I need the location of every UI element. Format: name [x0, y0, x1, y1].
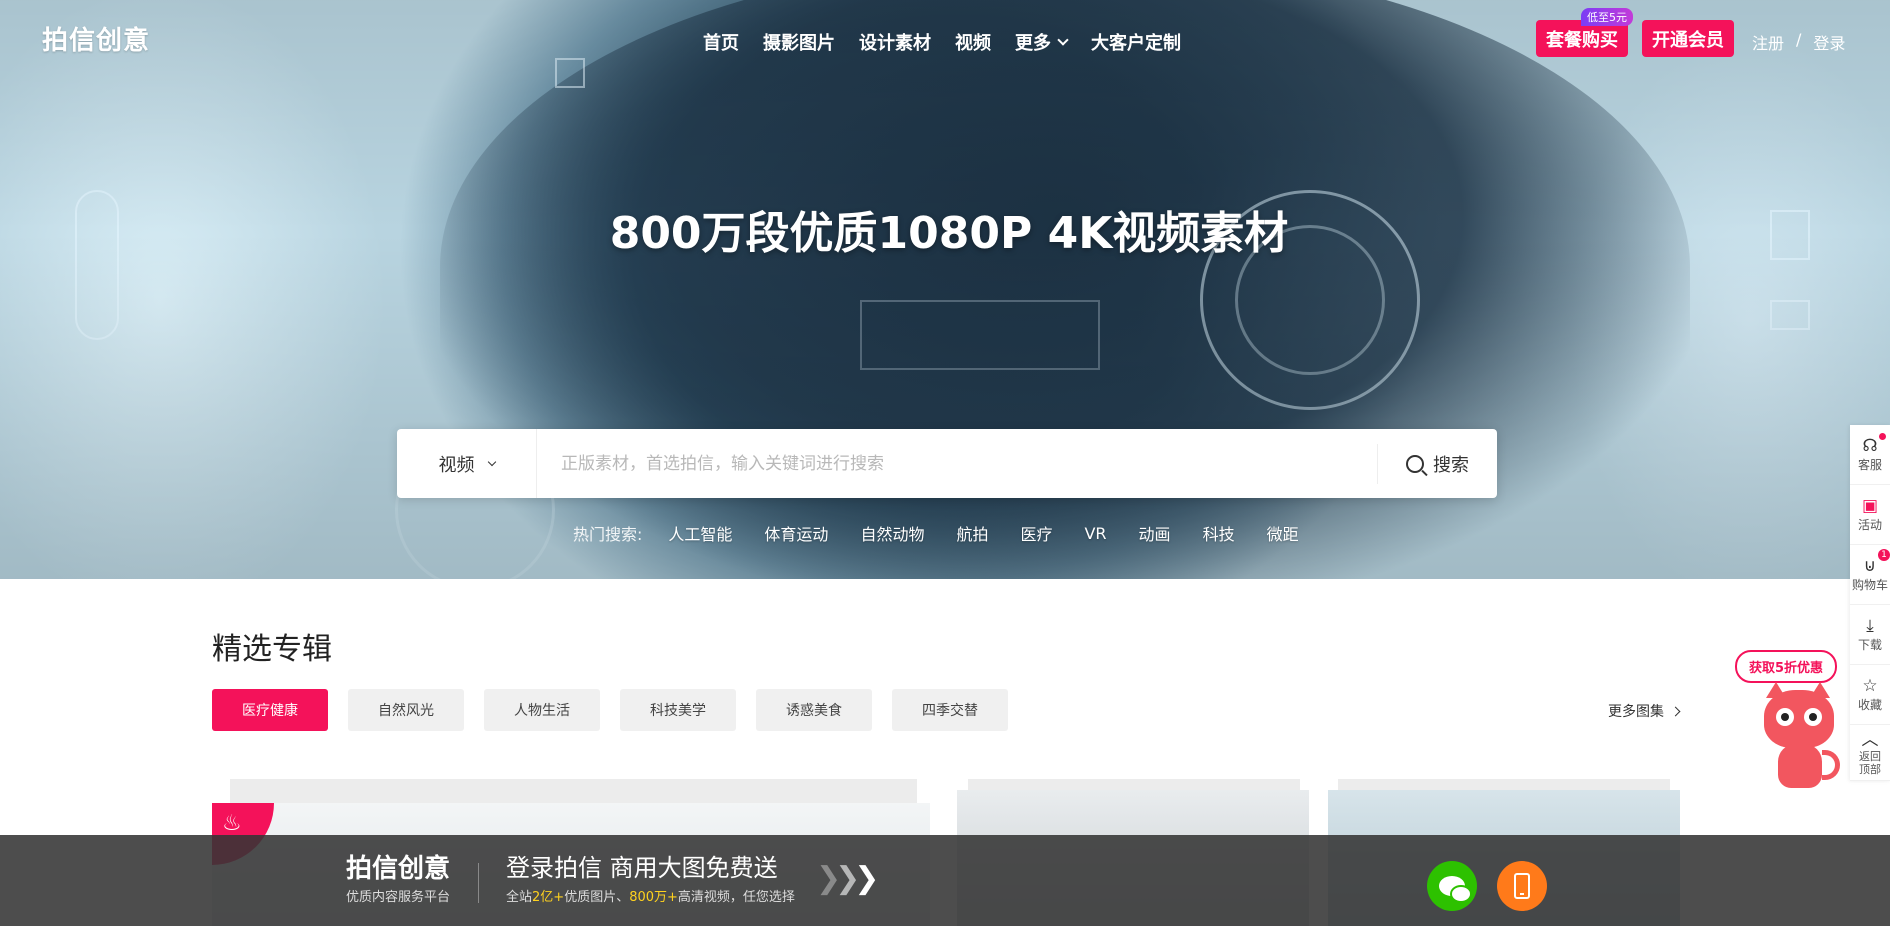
banner-subtext: 全站2亿+优质图片、800万+高清视频，任您选择 — [506, 886, 795, 905]
phone-icon — [1514, 873, 1530, 899]
banner-logo: 拍信创意 — [346, 854, 451, 884]
chevron-down-icon — [1057, 33, 1069, 46]
search-icon — [1406, 454, 1424, 473]
tab-nature[interactable]: 自然风光 — [348, 689, 464, 731]
sidebar-item-label: 返回顶部 — [1859, 749, 1881, 776]
nav-design[interactable]: 设计素材 — [859, 29, 931, 55]
nav-photos[interactable]: 摄影图片 — [763, 29, 835, 55]
cat-mascot-icon[interactable] — [1760, 682, 1840, 790]
section-title: 精选专辑 — [212, 632, 332, 667]
phone-login-button[interactable] — [1497, 861, 1547, 911]
sidebar-item-favorites[interactable]: ☆ 收藏 — [1850, 665, 1890, 725]
sidebar-item-back-to-top[interactable]: ︿ 返回顶部 — [1850, 725, 1890, 781]
sidebar-item-label: 购物车 — [1851, 578, 1888, 592]
star-icon: ☆ — [1862, 676, 1878, 696]
album-card-stack — [230, 779, 917, 803]
search-type-label: 视频 — [438, 454, 475, 476]
mascot-body — [1778, 744, 1822, 788]
tab-tech[interactable]: 科技美学 — [620, 689, 736, 731]
banner-highlight-images: 2亿+ — [532, 890, 565, 905]
search-input[interactable] — [537, 429, 1377, 498]
hot-search-item[interactable]: 医疗 — [1020, 521, 1052, 545]
chevron-down-icon — [487, 457, 496, 466]
sidebar-item-label: 活动 — [1857, 518, 1882, 532]
more-albums-label: 更多图集 — [1608, 704, 1664, 720]
hot-search-item[interactable]: 人工智能 — [668, 521, 732, 545]
login-promo-banner: 拍信创意 优质内容服务平台 登录拍信 商用大图免费送 全站2亿+优质图片、800… — [0, 835, 1890, 926]
nav-more-label: 更多 — [1015, 33, 1051, 54]
tab-people[interactable]: 人物生活 — [484, 689, 600, 731]
hero-title: 800万段优质1080P 4K视频素材 — [609, 208, 1289, 259]
search-button-label: 搜索 — [1433, 454, 1469, 476]
banner-slogan: 优质内容服务平台 — [346, 890, 451, 905]
tab-medical[interactable]: 医疗健康 — [212, 689, 328, 731]
login-link[interactable]: 登录 — [1813, 30, 1845, 54]
banner-highlight-videos: 800万+ — [629, 890, 678, 905]
tab-seasons[interactable]: 四季交替 — [892, 689, 1008, 731]
discount-promo-bubble[interactable]: 获取5折优惠 — [1735, 650, 1838, 683]
gift-icon: ▣ — [1861, 496, 1879, 516]
search-type-dropdown[interactable]: 视频 — [397, 429, 537, 498]
wechat-login-button[interactable] — [1427, 861, 1477, 911]
nav-enterprise[interactable]: 大客户定制 — [1091, 29, 1181, 55]
hot-search-item[interactable]: 体育运动 — [764, 521, 828, 545]
auth-separator: / — [1796, 30, 1802, 49]
cart-icon: ⊍ — [1863, 556, 1877, 576]
register-link[interactable]: 注册 — [1752, 30, 1784, 54]
hot-search-item[interactable]: 自然动物 — [860, 521, 924, 545]
site-logo[interactable]: 拍信创意 — [42, 20, 150, 57]
sidebar-item-label: 下载 — [1857, 638, 1882, 652]
hot-search-item[interactable]: 微距 — [1267, 521, 1299, 545]
mascot-eye — [1804, 708, 1822, 726]
nav-more[interactable]: 更多 — [1015, 29, 1069, 55]
sidebar-item-service[interactable]: ☊ 客服 — [1850, 425, 1890, 485]
banner-sub-mid: 优质图片、 — [564, 890, 630, 905]
chevron-right-icon[interactable]: ❯❯❯ — [816, 861, 879, 896]
sidebar-item-download[interactable]: ⤓ 下载 — [1850, 605, 1890, 665]
headset-icon: ☊ — [1862, 436, 1878, 456]
hot-search-item[interactable]: 航拍 — [956, 521, 988, 545]
main-nav: 首页 摄影图片 设计素材 视频 更多 大客户定制 — [703, 29, 1205, 55]
notification-dot — [1879, 433, 1886, 440]
search-button[interactable]: 搜索 — [1377, 443, 1497, 484]
sidebar-item-cart[interactable]: 1 ⊍ 购物车 — [1850, 545, 1890, 605]
album-tabs: 医疗健康 自然风光 人物生活 科技美学 诱惑美食 四季交替 — [212, 689, 1008, 731]
wechat-icon — [1439, 876, 1472, 903]
vip-button[interactable]: 开通会员 — [1642, 20, 1734, 57]
hot-search-item[interactable]: 动画 — [1139, 521, 1171, 545]
mascot-eye — [1776, 708, 1794, 726]
hot-search-label: 热门搜索: — [573, 525, 643, 544]
price-badge: 低至5元 — [1581, 8, 1633, 26]
download-icon: ⤓ — [1866, 616, 1874, 636]
hot-search-item[interactable]: 科技 — [1203, 521, 1235, 545]
hot-search-item[interactable]: VR — [1084, 524, 1106, 543]
banner-sub-prefix: 全站 — [506, 890, 533, 905]
fire-icon: ♨ — [222, 811, 242, 836]
mascot-head — [1764, 690, 1834, 748]
arrow-up-icon: ︿ — [1861, 729, 1879, 750]
hot-searches: 热门搜索: 人工智能 体育运动 自然动物 航拍 医疗 VR 动画 科技 微距 — [573, 521, 1331, 545]
banner-headline[interactable]: 登录拍信 商用大图免费送 — [506, 848, 778, 883]
tab-food[interactable]: 诱惑美食 — [756, 689, 872, 731]
nav-home[interactable]: 首页 — [703, 29, 739, 55]
sidebar-item-label: 客服 — [1857, 458, 1882, 472]
more-albums-link[interactable]: 更多图集 — [1608, 701, 1681, 721]
mascot-tail — [1822, 750, 1840, 780]
floating-sidebar: ☊ 客服 ▣ 活动 1 ⊍ 购物车 ⤓ 下载 ☆ 收藏 ︿ 返回顶部 — [1850, 425, 1890, 781]
banner-divider — [478, 863, 479, 903]
sidebar-item-events[interactable]: ▣ 活动 — [1850, 485, 1890, 545]
search-bar: 视频 搜索 — [397, 429, 1497, 498]
auth-links: 注册 / 登录 — [1752, 30, 1845, 54]
chevron-right-icon — [1670, 706, 1681, 716]
cart-count-badge: 1 — [1878, 549, 1890, 561]
nav-video[interactable]: 视频 — [955, 29, 991, 55]
banner-sub-suffix: 高清视频，任您选择 — [677, 890, 795, 905]
sidebar-item-label: 收藏 — [1857, 698, 1882, 712]
